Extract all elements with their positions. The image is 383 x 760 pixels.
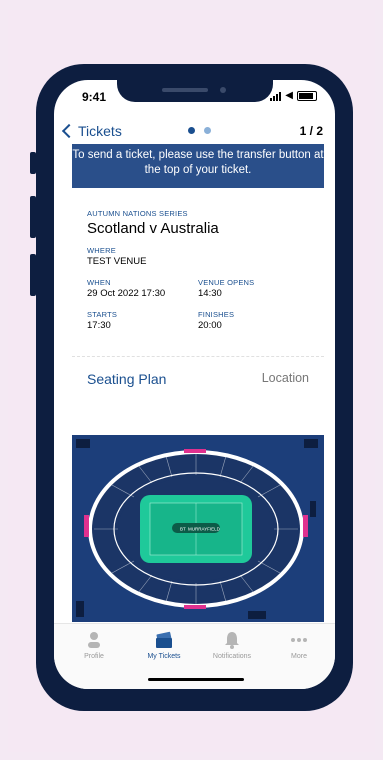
tab-profile[interactable]: Profile [59, 630, 129, 660]
back-label: Tickets [78, 123, 122, 139]
stadium-name: MURRAYFIELD [188, 527, 221, 532]
bell-icon [197, 630, 267, 650]
stadium-brand: BT [180, 527, 186, 532]
more-icon [264, 630, 334, 650]
volume-down-button [30, 254, 36, 296]
notch [117, 80, 273, 102]
when-value: 29 Oct 2022 17:30 [87, 288, 166, 299]
home-indicator [148, 678, 244, 681]
status-time: 9:41 [82, 90, 107, 104]
tab-label: More [291, 653, 307, 660]
transfer-banner: To send a ticket, please use the transfe… [72, 144, 324, 188]
top-nav: Tickets 1 / 2 [54, 121, 335, 143]
speaker [162, 88, 208, 92]
tab-my-tickets[interactable]: My Tickets [129, 630, 199, 660]
starts-value: 17:30 [87, 320, 111, 331]
battery-icon [297, 91, 317, 101]
back-button[interactable]: Tickets [61, 123, 122, 139]
stadium-diagram: BT MURRAYFIELD [72, 435, 324, 622]
where-value: TEST VENUE [87, 256, 147, 267]
page-dots [188, 127, 211, 134]
ticket-divider [72, 356, 324, 358]
tab-notifications[interactable]: Notifications [197, 630, 267, 660]
page-dot[interactable] [204, 127, 211, 134]
chevron-left-icon [61, 123, 77, 139]
signal-icon [270, 91, 282, 101]
venue-opens-value: 14:30 [198, 288, 222, 299]
wifi-icon: ◀ [285, 90, 293, 101]
tickets-icon [129, 630, 199, 650]
location-label[interactable]: Location [262, 371, 309, 385]
tab-more[interactable]: More [264, 630, 334, 660]
volume-up-button [30, 196, 36, 238]
where-label: WHERE [87, 246, 116, 255]
match-title: Scotland v Australia [87, 220, 219, 237]
tab-label: My Tickets [147, 653, 181, 660]
seating-map[interactable]: BT MURRAYFIELD [72, 435, 324, 622]
venue-opens-label: VENUE OPENS [198, 278, 255, 287]
starts-label: STARTS [87, 310, 118, 319]
pager-count: 1 / 2 [299, 124, 323, 138]
app-screen: 9:41 ◀ Tickets 1 / 2 To send a ticket, p… [54, 80, 335, 689]
tab-label: Notifications [212, 653, 252, 660]
when-label: WHEN [87, 278, 111, 287]
tab-label: Profile [84, 653, 104, 660]
finishes-label: FINISHES [198, 310, 235, 319]
mute-button [30, 152, 36, 174]
finishes-value: 20:00 [198, 320, 222, 331]
status-indicators: ◀ [270, 91, 317, 101]
person-icon [59, 630, 129, 650]
camera [220, 87, 226, 93]
page-dot-active[interactable] [188, 127, 195, 134]
seating-plan-title: Seating Plan [87, 371, 167, 387]
series-label: AUTUMN NATIONS SERIES [87, 209, 188, 218]
